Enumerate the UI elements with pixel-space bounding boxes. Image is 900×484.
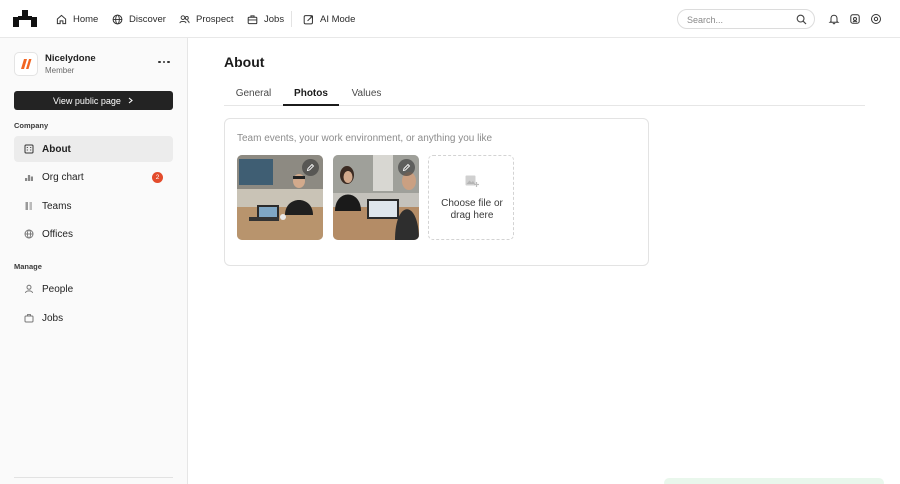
company-section-label: Company <box>14 121 49 130</box>
globe-icon <box>112 14 123 24</box>
org-logo-mark-icon <box>21 59 32 69</box>
upload-label: Choose file or drag here <box>441 198 503 221</box>
globe-icon <box>24 229 34 239</box>
nav-prospect-label: Prospect <box>196 13 234 25</box>
edit-photo-button[interactable] <box>398 159 415 176</box>
sidebar-item-label: Jobs <box>42 312 64 324</box>
sidebar-item-label: About <box>42 143 71 155</box>
nav-discover-label: Discover <box>129 13 166 25</box>
edit-photo-button[interactable] <box>302 159 319 176</box>
more-dot <box>158 60 161 64</box>
photo-thumbnail[interactable] <box>333 155 419 240</box>
top-navigation-bar: Home Discover Prospect Jobs AI Mode <box>0 0 900 38</box>
search-icon[interactable] <box>796 14 807 25</box>
tab-photos[interactable]: Photos <box>283 82 339 106</box>
toast-notification <box>664 478 884 484</box>
view-public-page-label: View public page <box>53 95 121 106</box>
nav-prospect[interactable]: Prospect <box>179 0 234 38</box>
settings-icon[interactable] <box>870 13 882 25</box>
sidebar-item-people[interactable]: People <box>14 276 173 302</box>
nav-divider <box>291 11 292 27</box>
sidebar-item-offices[interactable]: Offices <box>14 221 173 247</box>
briefcase-icon <box>24 314 34 323</box>
notification-badge: 2 <box>152 172 163 183</box>
nav-jobs-label: Jobs <box>264 13 285 25</box>
people-icon <box>179 14 190 23</box>
sidebar-item-label: Org chart <box>42 171 84 183</box>
nav-ai-mode-label: AI Mode <box>320 13 356 25</box>
nav-home[interactable]: Home <box>56 0 98 38</box>
org-logo <box>14 52 38 76</box>
more-dot <box>162 60 166 64</box>
org-name: Nicelydone <box>45 53 96 64</box>
photo-upload-dropzone[interactable]: Choose file or drag here <box>428 155 514 240</box>
sidebar-item-label: Teams <box>42 200 72 212</box>
tab-values[interactable]: Values <box>339 82 394 105</box>
photo-thumbnail[interactable] <box>237 155 323 240</box>
ai-mode-icon <box>303 14 313 24</box>
briefcase-icon <box>247 14 258 24</box>
more-options-button[interactable] <box>156 56 172 68</box>
tab-general[interactable]: General <box>224 82 283 105</box>
sidebar-item-org-chart[interactable]: Org chart 2 <box>14 164 173 190</box>
photos-card: Team events, your work environment, or a… <box>224 118 649 266</box>
pencil-icon <box>306 163 315 172</box>
sidebar: Nicelydone Member View public page Compa… <box>0 38 188 484</box>
bell-icon[interactable] <box>828 13 840 25</box>
sidebar-item-label: People <box>42 283 74 295</box>
messages-icon[interactable] <box>849 13 861 25</box>
building-icon <box>24 144 34 154</box>
more-dot <box>167 60 170 64</box>
app-logo-icon[interactable] <box>13 10 37 27</box>
tab-bar: General Photos Values <box>224 82 865 106</box>
manage-section-label: Manage <box>14 262 42 271</box>
page-title: About <box>224 54 265 70</box>
nav-home-label: Home <box>73 13 99 25</box>
search-input[interactable] <box>687 13 792 26</box>
org-chart-icon <box>25 175 33 181</box>
sidebar-item-jobs[interactable]: Jobs <box>14 305 173 331</box>
add-image-icon <box>465 175 479 187</box>
sidebar-footer-divider <box>14 477 173 478</box>
org-role: Member <box>45 66 75 75</box>
nav-ai-mode[interactable]: AI Mode <box>303 0 355 38</box>
sidebar-item-teams[interactable]: Teams <box>14 193 173 219</box>
sidebar-item-about[interactable]: About <box>14 136 173 162</box>
photos-hint: Team events, your work environment, or a… <box>237 133 493 144</box>
home-icon <box>56 14 67 24</box>
sidebar-item-label: Offices <box>42 228 73 240</box>
view-public-page-button[interactable]: View public page <box>14 91 173 110</box>
pencil-icon <box>402 163 411 172</box>
nav-discover[interactable]: Discover <box>112 0 166 38</box>
chevron-right-icon <box>128 97 133 104</box>
nav-jobs[interactable]: Jobs <box>247 0 284 38</box>
teams-icon <box>25 202 32 210</box>
search-box[interactable] <box>677 9 815 29</box>
person-icon <box>25 284 33 294</box>
